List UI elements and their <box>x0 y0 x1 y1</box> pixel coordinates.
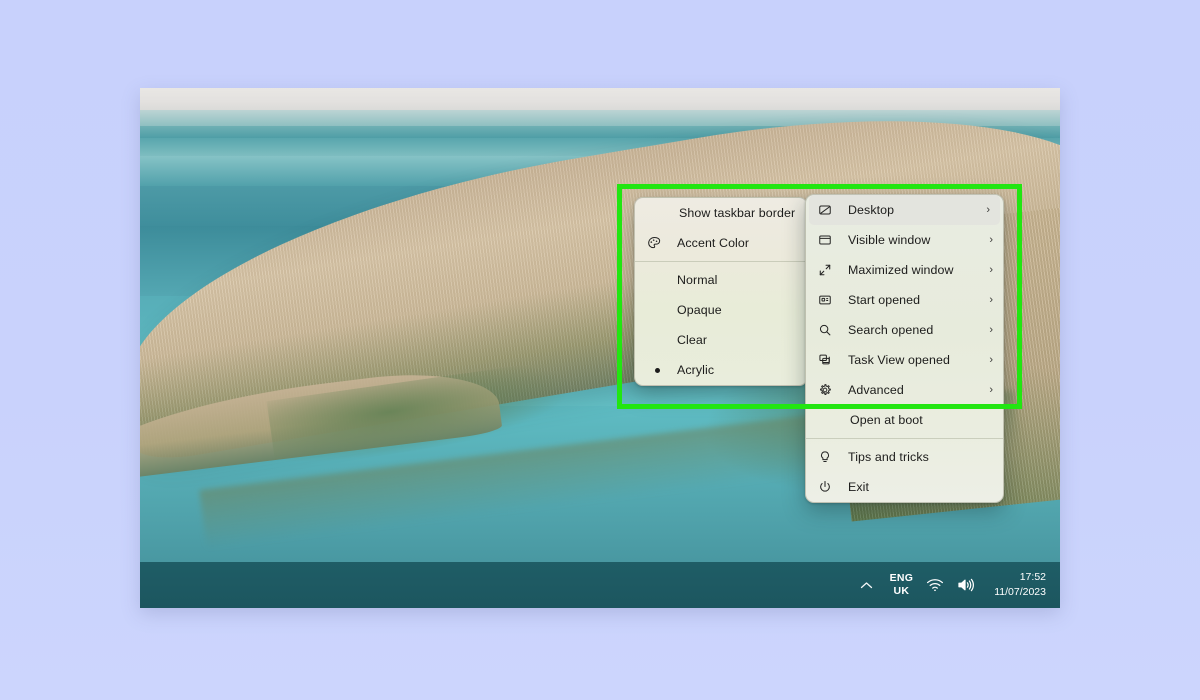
menu-item-exit[interactable]: Exit <box>806 472 1003 502</box>
menu-item-label: Show taskbar border <box>679 206 796 220</box>
menu-item-tips-and-tricks[interactable]: Tips and tricks <box>806 442 1003 472</box>
clock-date: 11/07/2023 <box>994 586 1046 598</box>
language-line1: ENG <box>889 571 914 584</box>
menu-item-start-opened[interactable]: Start opened › <box>806 285 1003 315</box>
menu-item-label: Desktop <box>848 203 895 217</box>
menu-item-label: Exit <box>848 480 870 494</box>
chevron-up-icon[interactable] <box>856 577 877 594</box>
menu-divider <box>635 261 807 262</box>
power-icon <box>818 479 838 495</box>
system-tray: ENG UK 17:52 11/07/2023 <box>856 570 1046 600</box>
maximize-icon <box>818 262 838 278</box>
menu-item-label: Tips and tricks <box>848 450 929 464</box>
clock[interactable]: 17:52 11/07/2023 <box>994 570 1046 600</box>
menu-item-visible-window[interactable]: Visible window › <box>806 225 1003 255</box>
menu-item-open-at-boot[interactable]: Open at boot <box>806 405 1003 435</box>
chevron-right-icon: › <box>989 354 993 366</box>
menu-item-task-view-opened[interactable]: Task View opened › <box>806 345 1003 375</box>
chevron-right-icon: › <box>989 324 993 336</box>
menu-item-label: Start opened <box>848 293 921 307</box>
screenshot-canvas: ENG UK 17:52 11/07/2023 Show taskbar bor… <box>0 0 1200 700</box>
menu-item-label: Task View opened <box>848 353 950 367</box>
menu-item-maximized-window[interactable]: Maximized window › <box>806 255 1003 285</box>
menu-item-label: Open at boot <box>850 413 923 427</box>
gear-icon <box>818 382 838 398</box>
menu-item-label: Search opened <box>848 323 934 337</box>
taskview-icon <box>818 352 838 368</box>
menu-item-acrylic[interactable]: Acrylic <box>635 355 807 385</box>
menu-item-clear[interactable]: Clear <box>635 325 807 355</box>
wallpaper-sky <box>140 88 1060 110</box>
chevron-right-icon: › <box>989 234 993 246</box>
language-indicator[interactable]: ENG UK <box>890 572 914 598</box>
menu-item-label: Advanced <box>848 383 904 397</box>
clock-time: 17:52 <box>1019 570 1046 583</box>
desktop-icon <box>818 202 838 218</box>
main-context-menu: Desktop › Visible window › Maximized win… <box>805 194 1004 503</box>
chevron-right-icon: › <box>989 384 993 396</box>
menu-item-advanced[interactable]: Advanced › <box>806 375 1003 405</box>
palette-icon <box>647 235 667 251</box>
menu-item-label: Normal <box>677 273 718 287</box>
menu-item-label: Accent Color <box>677 236 750 250</box>
accent-color-submenu: Show taskbar border Accent Color Normal … <box>634 197 808 386</box>
start-icon <box>818 292 838 308</box>
menu-item-normal[interactable]: Normal <box>635 265 807 295</box>
menu-item-accent-color[interactable]: Accent Color <box>635 228 807 258</box>
menu-item-search-opened[interactable]: Search opened › <box>806 315 1003 345</box>
menu-item-label: Opaque <box>677 303 722 317</box>
chevron-right-icon: › <box>989 264 993 276</box>
menu-item-label: Visible window <box>848 233 931 247</box>
chevron-right-icon: › <box>989 294 993 306</box>
bulb-icon <box>818 449 838 465</box>
chevron-right-icon: › <box>986 204 990 216</box>
wifi-icon[interactable] <box>926 578 944 592</box>
menu-item-opaque[interactable]: Opaque <box>635 295 807 325</box>
speaker-icon[interactable] <box>957 578 975 592</box>
taskbar: ENG UK 17:52 11/07/2023 <box>140 562 1060 608</box>
menu-item-label: Clear <box>677 333 708 347</box>
radio-indicator-selected <box>647 367 667 373</box>
menu-item-desktop[interactable]: Desktop › <box>809 195 1000 225</box>
search-icon <box>818 322 838 338</box>
menu-item-show-taskbar-border[interactable]: Show taskbar border <box>635 198 807 228</box>
menu-divider <box>806 438 1003 439</box>
window-icon <box>818 232 838 248</box>
language-line2: UK <box>893 585 910 597</box>
menu-item-label: Acrylic <box>677 363 715 377</box>
menu-item-label: Maximized window <box>848 263 954 277</box>
